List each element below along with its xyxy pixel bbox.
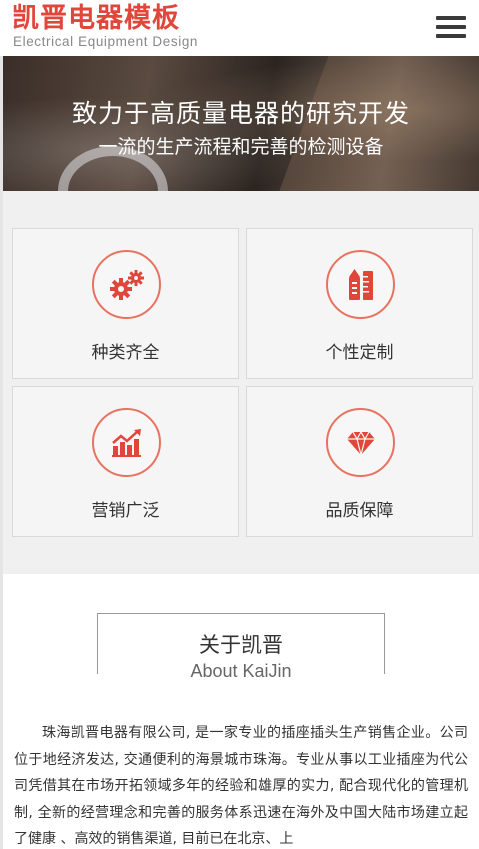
about-subtitle: About KaiJin (98, 661, 384, 682)
about-subtitle-text: About KaiJin (186, 661, 296, 681)
logo-title[interactable]: 凯晋电器模板 (12, 3, 180, 35)
tools-icon (326, 250, 395, 319)
feature-card-marketing[interactable]: 营销广泛 (12, 386, 239, 537)
banner-subtitle: 一流的生产流程和完善的检测设备 (98, 136, 384, 158)
site-header: 凯晋电器模板 Electrical Equipment Design (0, 0, 479, 56)
growth-chart-icon (92, 408, 161, 477)
feature-card-custom[interactable]: 个性定制 (246, 228, 473, 379)
feature-label: 品质保障 (325, 501, 394, 521)
banner-title: 致力于高质量电器的研究开发 (71, 99, 410, 128)
features-section: 种类齐全 个性定制 营销广泛 品质保障 (3, 191, 479, 574)
logo-subtitle: Electrical Equipment Design (13, 34, 199, 49)
gears-icon (92, 250, 161, 319)
feature-label: 个性定制 (325, 343, 394, 363)
feature-label: 营销广泛 (91, 501, 160, 521)
about-title: 关于凯晋 (199, 633, 283, 657)
about-paragraph: 珠海凯晋电器有限公司, 是一家专业的插座插头生产销售企业。公司位于地经济发达, … (14, 725, 468, 847)
diamond-icon (326, 408, 395, 477)
about-heading-box: 关于凯晋 About KaiJin (97, 613, 385, 682)
hamburger-menu-icon[interactable] (436, 16, 466, 40)
hero-banner: 致力于高质量电器的研究开发 一流的生产流程和完善的检测设备 (3, 56, 479, 191)
feature-card-variety[interactable]: 种类齐全 (12, 228, 239, 379)
feature-card-quality[interactable]: 品质保障 (246, 386, 473, 537)
feature-label: 种类齐全 (91, 343, 160, 363)
